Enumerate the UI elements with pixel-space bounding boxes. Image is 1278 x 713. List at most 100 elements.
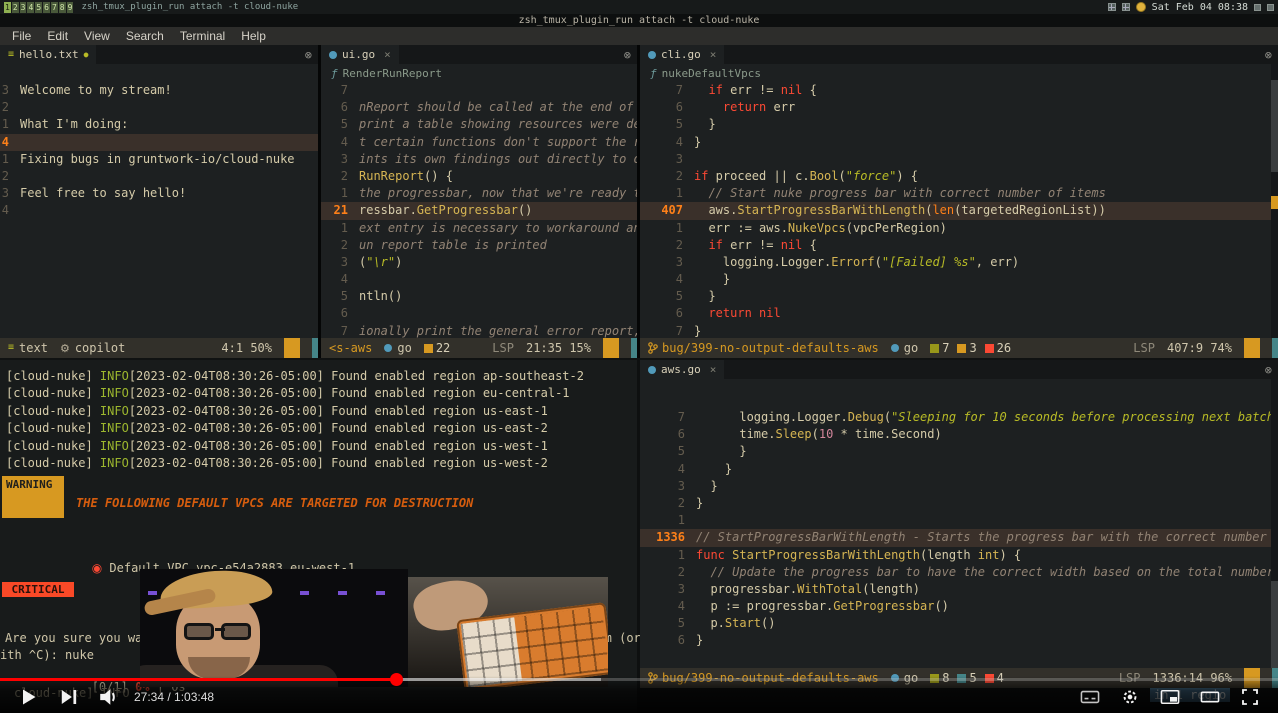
code-line[interactable]: 21ressbar.GetProgressbar() [321,202,637,219]
menu-search[interactable]: Search [118,29,172,43]
scrollbar[interactable] [1271,379,1278,668]
tab-cli-go[interactable]: cli.go × [640,45,724,64]
menu-edit[interactable]: Edit [39,29,76,43]
pane-close-icon[interactable]: ⊗ [1265,48,1278,62]
code-line[interactable]: 6 [321,305,637,322]
code-line[interactable]: 1 // Start nuke progress bar with correc… [640,185,1278,202]
window-chip[interactable]: 8 [59,2,66,13]
code-line[interactable]: 6nReport should be called at the end of … [321,99,637,116]
code-line[interactable]: 3("\r") [321,254,637,271]
hello-statusbar: ≡ text ⚙ copilot 4:1 50% [0,338,318,358]
code-line[interactable]: 1the progressbar, now that we're ready t… [321,185,637,202]
window-list[interactable]: 123456789 [4,2,73,13]
code-line[interactable]: 1ext entry is necessary to workaround an… [321,220,637,237]
layout-grid-icon-2[interactable] [1122,3,1130,11]
pane-close-icon[interactable]: ⊗ [624,48,637,62]
code-line[interactable]: 1 [640,512,1278,529]
window-chip[interactable]: 4 [27,2,34,13]
code-line[interactable]: 4 } [640,461,1278,478]
window-chip[interactable]: 2 [12,2,19,13]
code-line[interactable]: 4t certain functions don't support the r… [321,134,637,151]
code-line[interactable]: 7 [321,82,637,99]
tab-ui-go[interactable]: ui.go × [321,45,399,64]
menu-view[interactable]: View [76,29,118,43]
git-branch[interactable]: <s-aws [329,341,372,355]
code-line[interactable]: 5ntln() [321,288,637,305]
tray-icon-1[interactable] [1254,4,1261,11]
code-line[interactable]: 3 [640,151,1278,168]
code-line[interactable]: 3 logging.Logger.Errorf("[Failed] %s", e… [640,254,1278,271]
aws-editor[interactable]: 7 logging.Logger.Debug("Sleeping for 10 … [640,409,1278,650]
tab-close-icon[interactable]: × [710,48,717,61]
code-line[interactable]: 7 if err != nil { [640,82,1278,99]
subtitles-button[interactable] [1070,681,1110,713]
theater-mode-button[interactable] [1190,681,1230,713]
fullscreen-button[interactable] [1230,681,1270,713]
code-line[interactable]: 2if proceed || c.Bool("force") { [640,168,1278,185]
code-line[interactable]: 6 return nil [640,305,1278,322]
code-line[interactable]: 3ints its own findings out directly to o… [321,151,637,168]
code-line[interactable]: 4 [321,271,637,288]
code-line[interactable]: 407 aws.StartProgressBarWithLength(len(t… [640,202,1278,219]
code-line[interactable]: 1Fixing bugs in gruntwork-io/cloud-nuke [0,151,318,168]
menu-file[interactable]: File [4,29,39,43]
code-line[interactable]: 5 } [640,116,1278,133]
code-line[interactable]: 3Welcome to my stream! [0,82,318,99]
code-line[interactable]: 6 time.Sleep(10 * time.Second) [640,426,1278,443]
cli-editor[interactable]: 7 if err != nil {6 return err5 }4}32if p… [640,82,1278,340]
code-line[interactable]: 5print a table showing resources were de… [321,116,637,133]
code-line[interactable]: 4} [640,134,1278,151]
tab-close-icon[interactable]: × [384,48,391,61]
tab-hello-txt[interactable]: ≡ hello.txt ● [0,45,96,64]
volume-button[interactable] [88,681,128,713]
next-button[interactable] [48,681,88,713]
scrollbar[interactable] [1271,64,1278,338]
code-line[interactable]: 2un report table is printed [321,237,637,254]
window-titlebar[interactable]: zsh_tmux_plugin_run attach -t cloud-nuke [0,14,1278,27]
tray-icon-2[interactable] [1267,4,1274,11]
menu-help[interactable]: Help [233,29,274,43]
ui-editor[interactable]: 76nReport should be called at the end of… [321,82,637,340]
window-chip[interactable]: 6 [43,2,50,13]
code-line[interactable]: 2 [0,99,318,116]
code-line[interactable]: 7 logging.Logger.Debug("Sleeping for 10 … [640,409,1278,426]
code-line[interactable]: 2 // Update the progress bar to have the… [640,564,1278,581]
code-line[interactable]: 1func StartProgressBarWithLength(length … [640,547,1278,564]
code-line[interactable]: 2 [0,168,318,185]
window-chip[interactable]: 7 [51,2,58,13]
settings-gear-button[interactable] [1110,681,1150,713]
code-line[interactable]: 4 } [640,271,1278,288]
code-line[interactable]: 5 } [640,443,1278,460]
code-line[interactable]: 2} [640,495,1278,512]
window-chip[interactable]: 3 [20,2,27,13]
code-line[interactable]: 4 p := progressbar.GetProgressbar() [640,598,1278,615]
miniplayer-button[interactable] [1150,681,1190,713]
play-button[interactable] [8,681,48,713]
code-line[interactable]: 3Feel free to say hello! [0,185,318,202]
code-line[interactable]: 3 progressbar.WithTotal(length) [640,581,1278,598]
hello-editor[interactable]: 3Welcome to my stream!21What I'm doing:4… [0,82,318,220]
menu-terminal[interactable]: Terminal [172,29,233,43]
code-line[interactable]: 4 [0,134,318,151]
code-line[interactable]: 6 return err [640,99,1278,116]
pane-close-icon[interactable]: ⊗ [305,48,318,62]
code-line[interactable]: 1What I'm doing: [0,116,318,133]
pane-close-icon[interactable]: ⊗ [1265,363,1278,377]
window-chip[interactable]: 1 [4,2,11,13]
code-line[interactable]: 5 } [640,288,1278,305]
code-line[interactable]: 4 [0,202,318,219]
code-line[interactable]: 3 } [640,478,1278,495]
go-file-icon [648,366,656,374]
window-chip[interactable]: 5 [35,2,42,13]
layout-grid-icon[interactable] [1108,3,1116,11]
code-line[interactable]: 5 p.Start() [640,615,1278,632]
code-line[interactable]: 2RunReport() { [321,168,637,185]
code-line[interactable]: 6} [640,632,1278,649]
code-line[interactable]: 1336// StartProgressBarWithLength - Star… [640,529,1278,546]
window-chip[interactable]: 9 [67,2,74,13]
git-branch[interactable]: bug/399-no-output-defaults-aws [648,341,879,355]
tab-aws-go[interactable]: aws.go × [640,360,724,379]
tab-close-icon[interactable]: × [710,363,717,376]
code-line[interactable]: 1 err := aws.NukeVpcs(vpcPerRegion) [640,220,1278,237]
code-line[interactable]: 2 if err != nil { [640,237,1278,254]
